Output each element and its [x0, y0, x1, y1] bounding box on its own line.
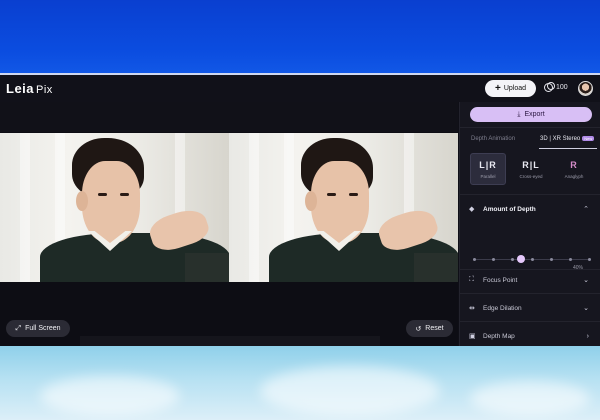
divider	[460, 321, 600, 322]
section-amount-of-depth[interactable]: ◆ Amount of Depth ⌃	[460, 199, 600, 219]
cube-icon: ◆	[469, 206, 475, 213]
stereo-preview	[0, 133, 458, 282]
app-window: Leia Pix + Upload 100 ⤢ Full Screen ↺ Re…	[0, 75, 600, 346]
stereo-mode-selector: L|R Parallel R|L Cross-eyed R Anaglyph	[468, 153, 594, 185]
slider-tick	[473, 258, 476, 261]
download-icon: ⤓	[517, 110, 521, 118]
full-screen-label: Full Screen	[25, 325, 61, 332]
layers-icon: ▣	[469, 333, 476, 340]
slider-tick	[530, 258, 534, 261]
desktop-background-top	[0, 0, 600, 74]
cross-eyed-icon: R|L	[522, 159, 540, 170]
section-title: Amount of Depth	[483, 205, 536, 213]
output-tabs: Depth Animation 3D | XR Stereo New	[467, 136, 597, 149]
section-focus-point[interactable]: ⛶ Focus Point ⌄	[460, 270, 600, 290]
avatar[interactable]	[578, 81, 593, 96]
credits-counter[interactable]: 100	[544, 82, 568, 92]
full-screen-button[interactable]: ⤢ Full Screen	[6, 320, 70, 337]
slider-tick	[511, 258, 515, 261]
logo-sub-text: Pix	[36, 84, 53, 96]
expand-icon: ⤢	[15, 324, 22, 332]
chevron-down-icon: ⌄	[583, 305, 589, 312]
slider-tick	[588, 258, 591, 261]
chevron-right-icon: ›	[586, 332, 589, 340]
reset-icon: ↺	[415, 325, 422, 333]
active-tab-indicator	[539, 148, 597, 149]
mode-label: Parallel	[480, 173, 496, 179]
stereo-right-image	[229, 133, 458, 282]
tab-3d-xr-stereo-label: 3D | XR Stereo	[540, 136, 581, 143]
anaglyph-icon: R	[570, 159, 578, 170]
mode-cross-eyed[interactable]: R|L Cross-eyed	[513, 153, 549, 185]
divider	[460, 293, 600, 294]
mode-parallel[interactable]: L|R Parallel	[470, 153, 506, 185]
section-title: Focus Point	[483, 276, 518, 284]
credits-count: 100	[556, 84, 568, 91]
logo-main-text: Leia	[6, 81, 35, 96]
slider-tick	[492, 258, 496, 261]
parallel-icon: L|R	[479, 159, 497, 170]
tab-depth-animation[interactable]: Depth Animation	[471, 136, 515, 142]
dilation-icon: ⇹	[469, 305, 475, 312]
section-depth-map[interactable]: ▣ Depth Map ›	[460, 326, 600, 346]
section-title: Edge Dilation	[483, 304, 522, 312]
desktop-background-bottom	[0, 346, 600, 420]
stereo-left-image	[0, 133, 229, 282]
chevron-down-icon: ⌄	[583, 277, 589, 284]
new-badge: New	[582, 136, 595, 141]
slider-tick	[568, 258, 572, 261]
preview-canvas: ⤢ Full Screen ↺ Reset	[0, 102, 458, 346]
chevron-up-icon: ⌃	[583, 206, 589, 213]
focus-icon: ⛶	[469, 276, 474, 283]
reset-label: Reset	[425, 325, 444, 332]
depth-slider[interactable]	[473, 255, 591, 265]
app-header: Leia Pix + Upload 100	[0, 75, 600, 102]
plus-icon: +	[494, 82, 501, 94]
upload-button[interactable]: + Upload	[485, 80, 536, 97]
canvas-bottom-strip	[80, 336, 380, 346]
slider-tick	[549, 258, 553, 261]
settings-panel: ⤓ Export Depth Animation 3D | XR Stereo N…	[459, 102, 600, 346]
mode-anaglyph[interactable]: R Anaglyph	[556, 153, 592, 185]
canvas-toolbar-area	[0, 102, 458, 132]
coins-icon	[544, 82, 555, 92]
section-title: Depth Map	[483, 332, 515, 340]
reset-button[interactable]: ↺ Reset	[406, 320, 453, 337]
export-button[interactable]: ⤓ Export	[470, 107, 592, 122]
tab-3d-xr-stereo[interactable]: 3D | XR Stereo New	[540, 136, 595, 143]
mode-label: Anaglyph	[564, 173, 584, 179]
mode-label: Cross-eyed	[519, 173, 543, 179]
export-label: Export	[524, 111, 545, 118]
upload-label: Upload	[503, 85, 527, 92]
divider	[460, 127, 600, 128]
divider	[460, 194, 600, 195]
leiapix-logo[interactable]: Leia Pix	[6, 81, 53, 96]
slider-thumb[interactable]	[517, 255, 525, 263]
section-edge-dilation[interactable]: ⇹ Edge Dilation ⌄	[460, 298, 600, 318]
